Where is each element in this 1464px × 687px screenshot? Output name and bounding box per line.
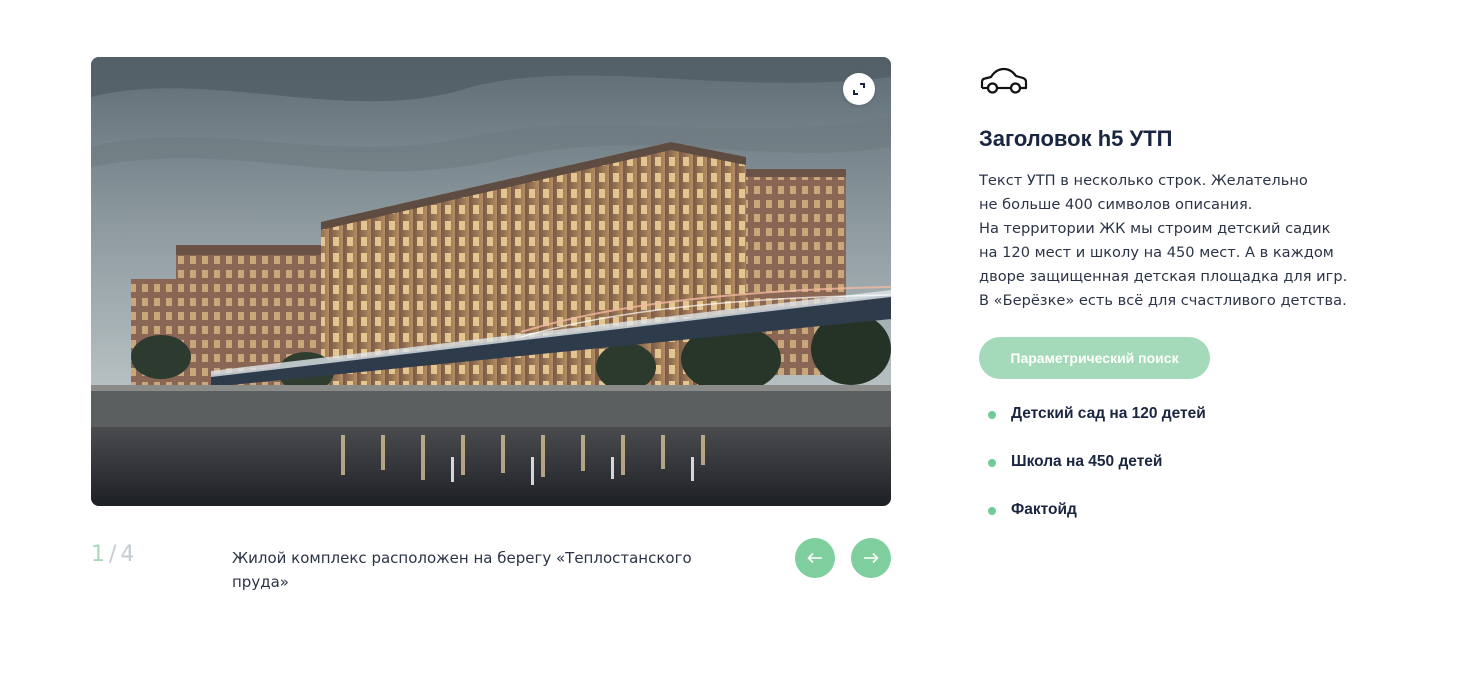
slide-counter-current: 1 <box>91 542 105 567</box>
slide-counter-total: 4 <box>120 542 135 567</box>
feature-label: Детский сад на 120 детей <box>1011 405 1206 422</box>
description-line: В «Берёзке» есть всё для счастливого дет… <box>979 292 1347 309</box>
parametric-search-button[interactable]: Параметрический поиск <box>979 337 1210 379</box>
description-line: На территории ЖК мы строим детский садик <box>979 220 1331 237</box>
next-slide-button[interactable] <box>851 538 891 578</box>
building-illustration <box>91 57 891 506</box>
feature-label: Школа на 450 детей <box>1011 453 1163 470</box>
info-description: Текст УТП в несколько строк. Желательно … <box>979 169 1349 313</box>
gallery-image <box>91 57 891 506</box>
description-line: на 120 мест и школу на 450 мест. А в каж… <box>979 244 1334 261</box>
car-icon <box>980 67 1028 94</box>
description-line: Текст УТП в несколько строк. Желательно <box>979 172 1308 189</box>
description-line: не больше 400 символов описания. <box>979 196 1253 213</box>
arrow-right-icon <box>864 552 879 564</box>
slide-counter: 1/4 <box>91 541 134 569</box>
slide-counter-separator: / <box>109 542 117 567</box>
arrow-left-icon <box>807 552 822 564</box>
info-title: Заголовок h5 УТП <box>979 126 1173 151</box>
expand-icon <box>853 83 865 95</box>
description-line: дворе защищенная детская площадка для иг… <box>979 268 1348 285</box>
gallery-caption: Жилой комплекс расположен на берегу «Теп… <box>232 549 692 591</box>
feature-label: Фактойд <box>1011 501 1077 518</box>
expand-button[interactable] <box>843 73 875 105</box>
bullet-icon <box>988 411 996 419</box>
bullet-icon <box>988 459 996 467</box>
prev-slide-button[interactable] <box>795 538 835 578</box>
bullet-icon <box>988 507 996 515</box>
